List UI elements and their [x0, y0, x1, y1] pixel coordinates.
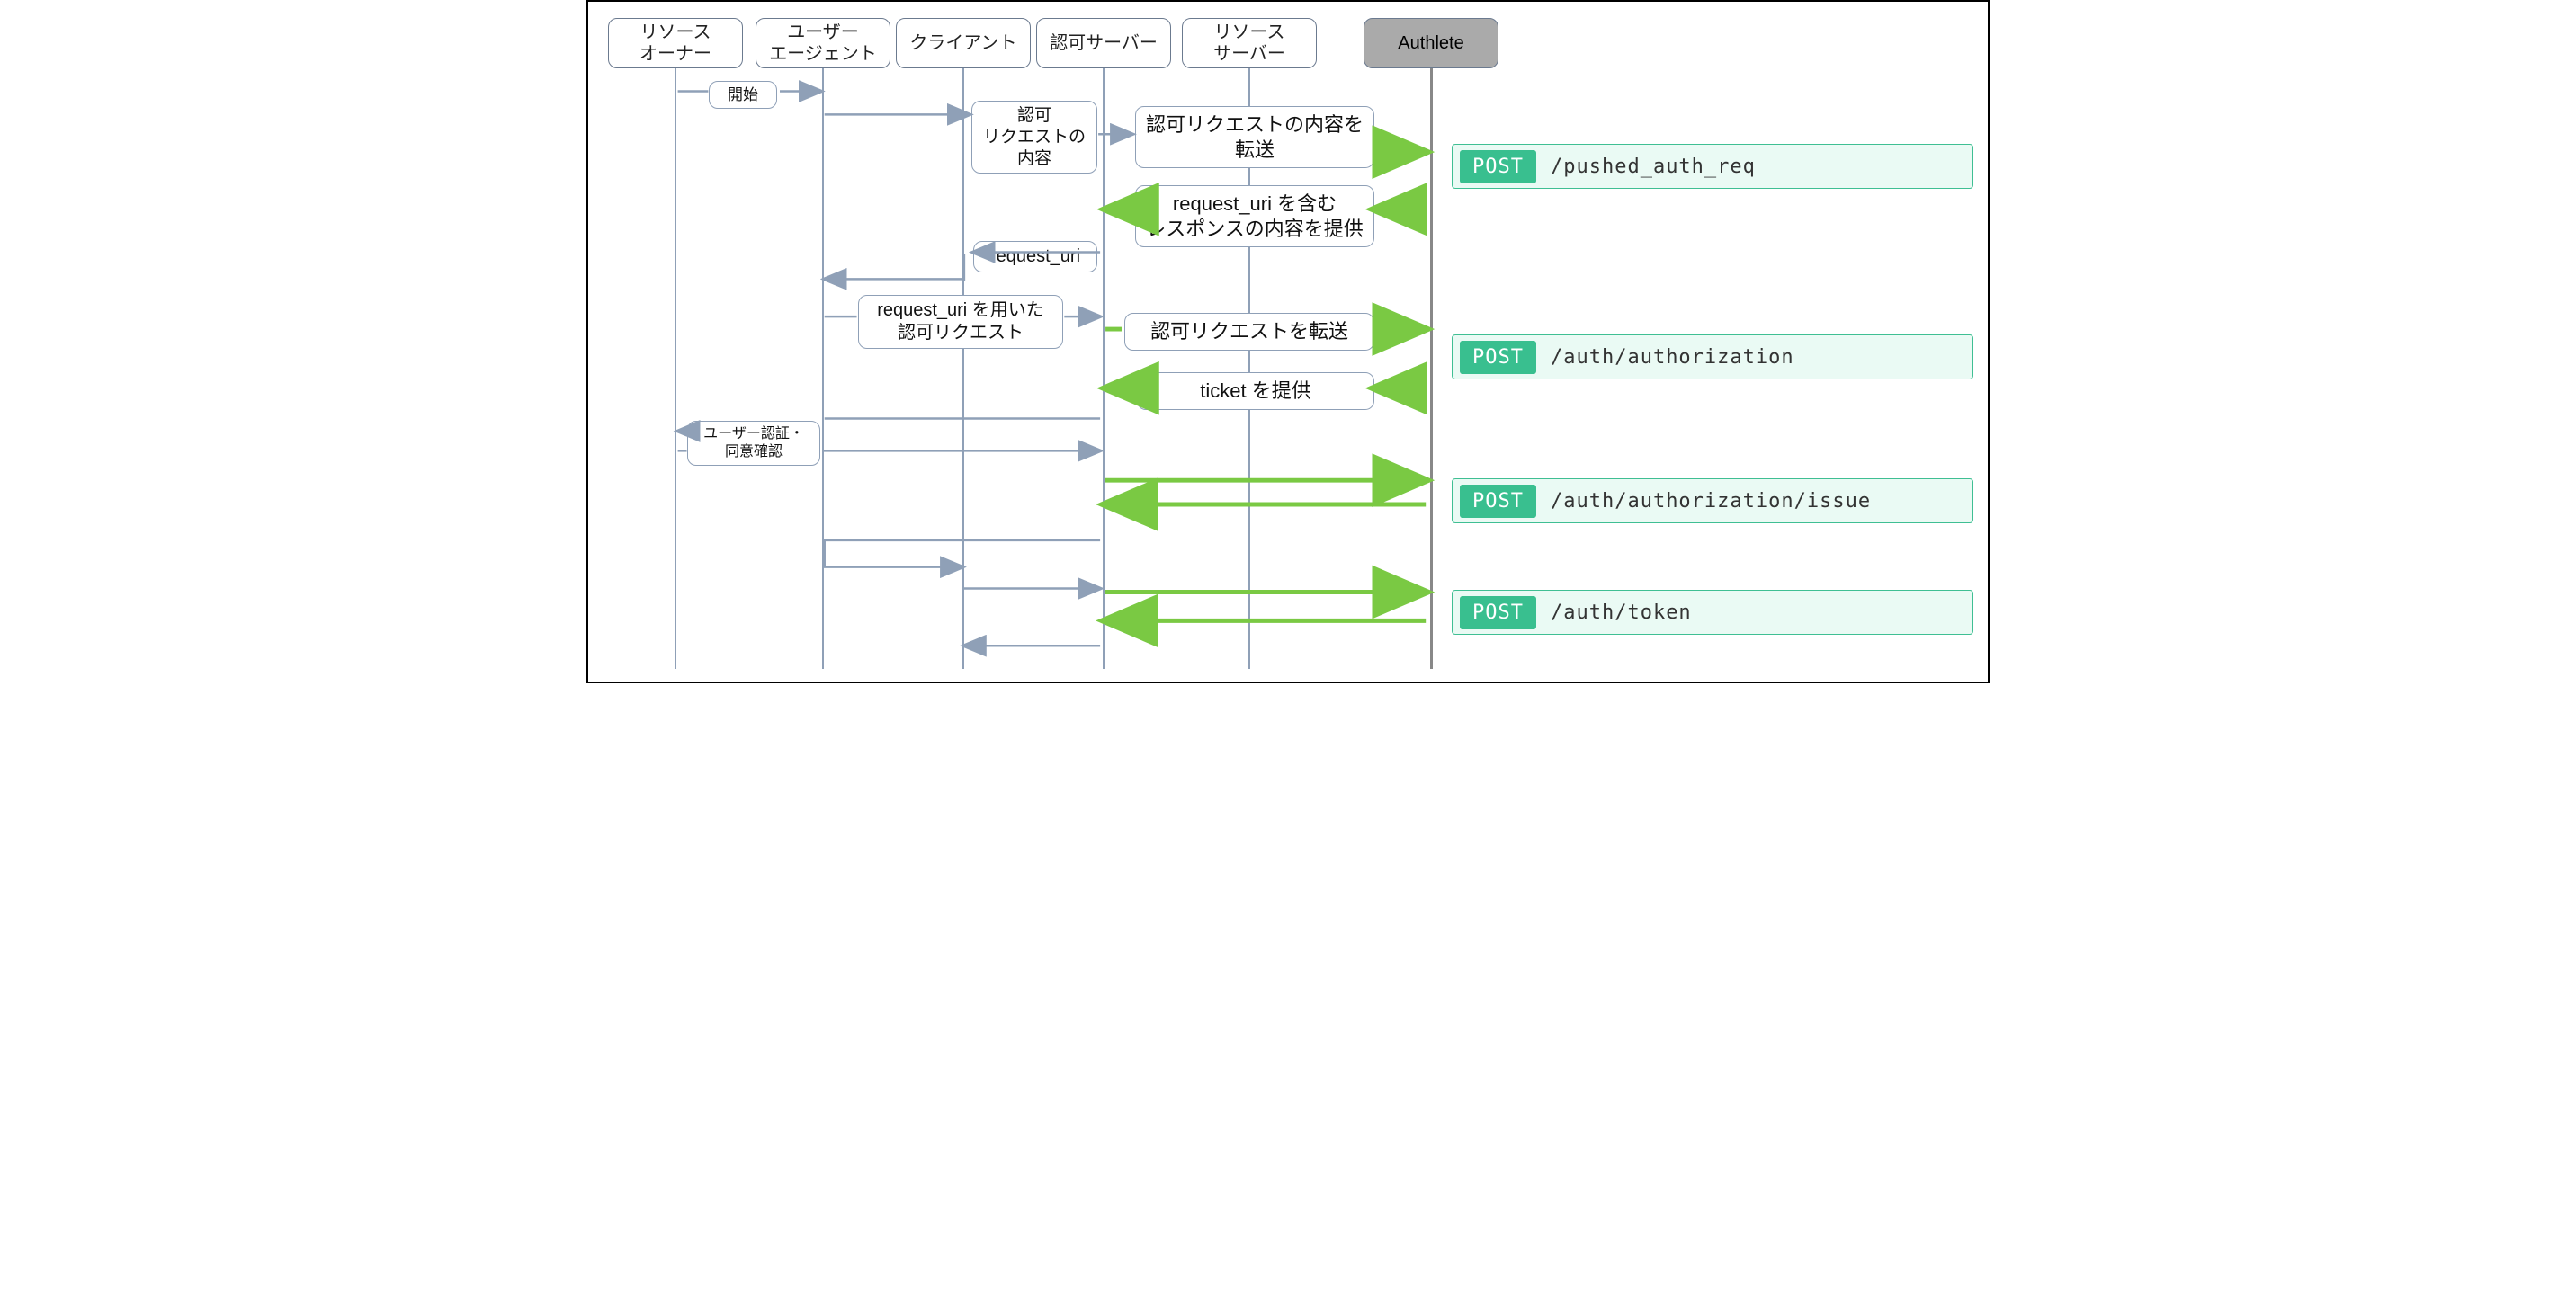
api-path: /pushed_auth_req: [1551, 156, 1756, 178]
line-authz-server: [1103, 68, 1105, 669]
api-authorization: POST /auth/authorization: [1452, 334, 1973, 379]
api-token: POST /auth/token: [1452, 590, 1973, 635]
lifeline-client: クライアント: [896, 18, 1031, 68]
lifeline-resource-owner: リソース オーナー: [608, 18, 743, 68]
lifeline-authz-server: 認可サーバー: [1036, 18, 1171, 68]
lifeline-resource-server: リソース サーバー: [1182, 18, 1317, 68]
line-client: [962, 68, 964, 669]
lifeline-user-agent: ユーザー エージェント: [756, 18, 890, 68]
line-resource-owner: [675, 68, 676, 669]
label-request-content: 認可 リクエストの 内容: [971, 101, 1097, 174]
http-method-badge: POST: [1460, 485, 1536, 518]
http-method-badge: POST: [1460, 596, 1536, 629]
api-path: /auth/authorization: [1551, 346, 1794, 369]
http-method-badge: POST: [1460, 150, 1536, 183]
label-provide-ticket: ticket を提供: [1137, 372, 1374, 410]
label-user-auth-consent: ユーザー認証・ 同意確認: [687, 421, 820, 466]
api-path: /auth/authorization/issue: [1551, 490, 1871, 512]
api-path: /auth/token: [1551, 602, 1692, 624]
lifeline-authlete: Authlete: [1364, 18, 1498, 68]
label-request-uri: request_uri: [973, 241, 1097, 272]
api-pushed-auth-req: POST /pushed_auth_req: [1452, 144, 1973, 189]
line-user-agent: [822, 68, 824, 669]
label-forward-authz-request: 認可リクエストを転送: [1124, 313, 1374, 351]
sequence-diagram: リソース オーナー ユーザー エージェント クライアント 認可サーバー リソース…: [586, 0, 1990, 683]
label-start: 開始: [709, 81, 777, 109]
api-authorization-issue: POST /auth/authorization/issue: [1452, 478, 1973, 523]
label-request-with-request-uri: request_uri を用いた 認可リクエスト: [858, 295, 1063, 349]
line-authlete: [1430, 68, 1433, 669]
label-forward-request-content: 認可リクエストの内容を 転送: [1135, 106, 1374, 168]
label-provide-request-uri-response: request_uri を含む レスポンスの内容を提供: [1135, 185, 1374, 247]
http-method-badge: POST: [1460, 341, 1536, 374]
